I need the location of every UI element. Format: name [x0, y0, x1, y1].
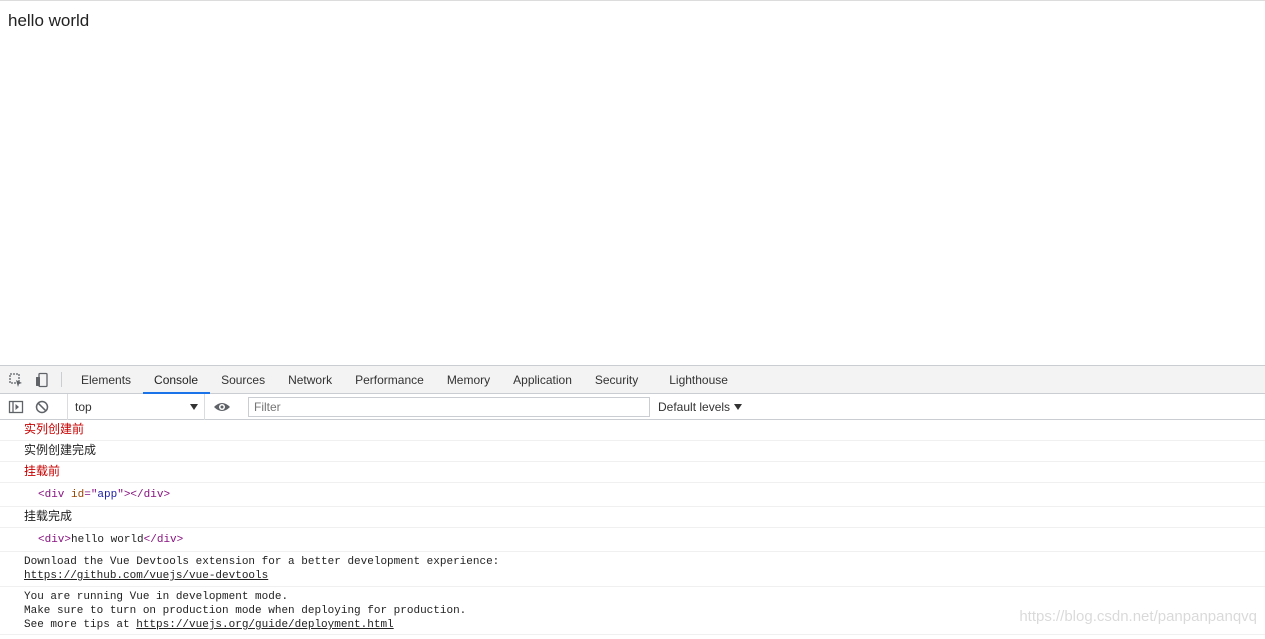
attr-name: id: [71, 489, 85, 501]
node-text: hello world: [71, 534, 144, 546]
tab-performance[interactable]: Performance: [344, 366, 436, 393]
live-expression-eye-icon[interactable]: [209, 400, 235, 414]
dropdown-arrow-icon: [190, 403, 198, 410]
attr-eq: =": [84, 489, 98, 501]
tag-open: <div: [38, 489, 65, 501]
console-info-message: Download the Vue Devtools extension for …: [0, 552, 1265, 587]
tab-security[interactable]: Security: [584, 366, 650, 393]
clear-console-icon[interactable]: [29, 400, 55, 414]
console-messages: 实列创建前 实例创建完成 挂载前 <div id="app"></div> 挂载…: [0, 420, 1265, 639]
dropdown-arrow-icon: [734, 403, 743, 410]
message-line: See more tips at: [24, 619, 137, 631]
tab-lighthouse[interactable]: Lighthouse: [658, 366, 740, 393]
tag-open: <div>: [38, 534, 72, 546]
watermark-text: https://blog.csdn.net/panpanpanqvq: [1019, 608, 1257, 625]
console-log-message: 挂载完成: [0, 507, 1265, 528]
console-log-message: 实例创建完成: [0, 441, 1265, 462]
tab-application[interactable]: Application: [502, 366, 584, 393]
devtools-tabbar: Elements Console Sources Network Perform…: [0, 366, 1265, 394]
console-prompt-icon[interactable]: ›: [0, 635, 1265, 639]
tab-elements[interactable]: Elements: [70, 366, 143, 393]
page-text: hello world: [8, 11, 90, 30]
tab-network[interactable]: Network: [277, 366, 344, 393]
devtools-panel: Elements Console Sources Network Perform…: [0, 365, 1265, 639]
toolbar-divider: [61, 372, 62, 387]
device-toolbar-icon[interactable]: [29, 366, 55, 393]
tab-memory[interactable]: Memory: [436, 366, 502, 393]
console-log-message: 挂载前: [0, 462, 1265, 483]
tab-sources[interactable]: Sources: [210, 366, 277, 393]
inspect-element-icon[interactable]: [3, 366, 29, 393]
message-text: Download the Vue Devtools extension for …: [24, 556, 500, 568]
context-label: top: [75, 399, 92, 414]
page-viewport: hello world: [0, 0, 1265, 365]
attr-value: app: [97, 489, 118, 501]
execution-context-select[interactable]: top: [67, 393, 205, 420]
show-sidebar-icon[interactable]: [3, 399, 29, 415]
filter-input[interactable]: [248, 396, 650, 417]
message-line: You are running Vue in development mode.: [24, 591, 289, 603]
console-dom-node[interactable]: <div id="app"></div>: [0, 483, 1265, 507]
devtools-link[interactable]: https://github.com/vuejs/vue-devtools: [24, 570, 268, 582]
console-log-message: 实列创建前: [0, 420, 1265, 441]
console-dom-node[interactable]: <div>hello world</div>: [0, 528, 1265, 552]
console-toolbar: top Default levels: [0, 393, 1265, 420]
levels-label: Default levels: [658, 399, 731, 414]
tab-console[interactable]: Console: [143, 366, 211, 394]
deployment-link[interactable]: https://vuejs.org/guide/deployment.html: [136, 619, 393, 631]
tag-close: "></div>: [117, 489, 171, 501]
log-levels-dropdown[interactable]: Default levels: [658, 399, 743, 414]
tag-close: </div>: [143, 534, 184, 546]
